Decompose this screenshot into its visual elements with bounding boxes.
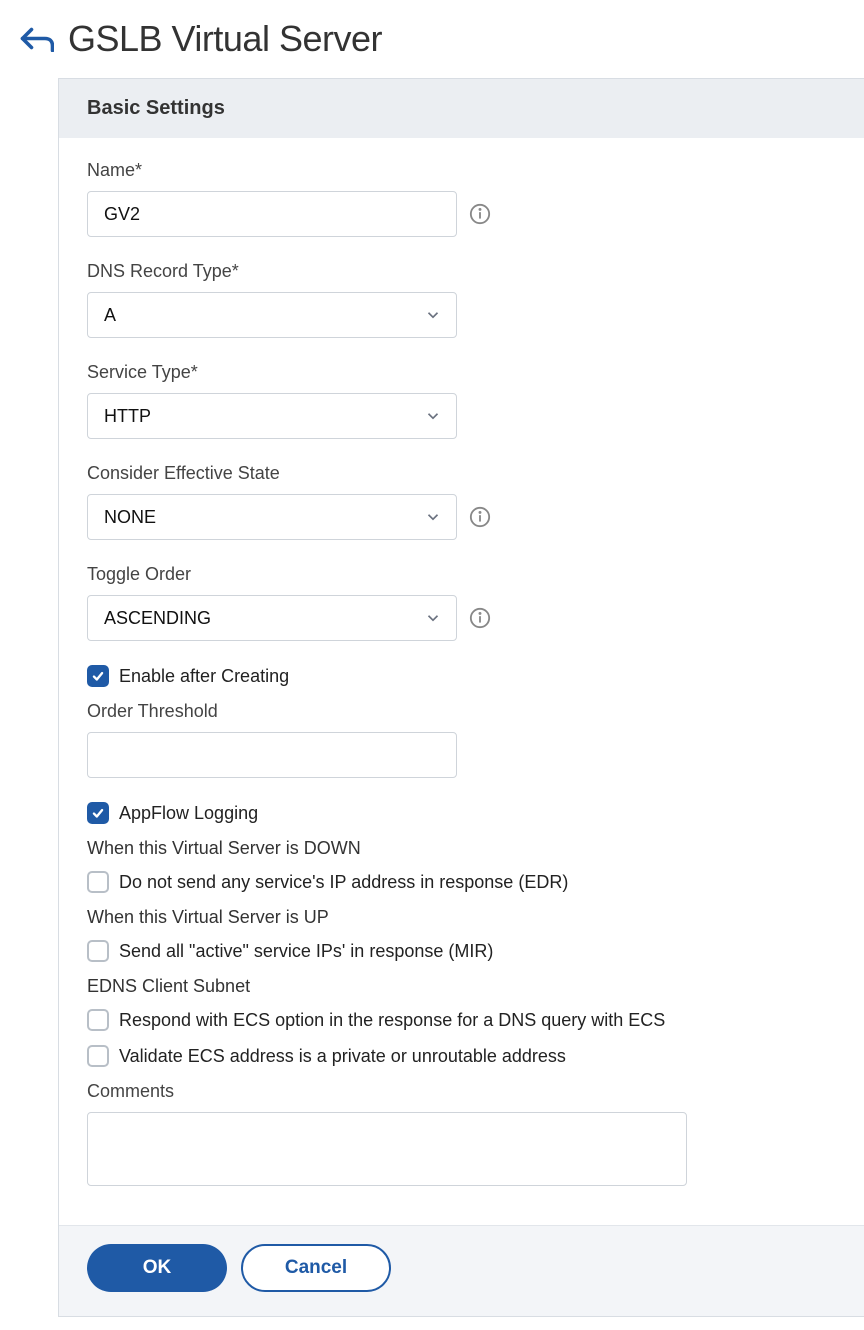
mir-label: Send all "active" service IPs' in respon… — [119, 941, 493, 962]
ecs-respond-row: Respond with ECS option in the response … — [87, 1009, 836, 1031]
comments-label: Comments — [87, 1081, 836, 1102]
panel-header: Basic Settings — [59, 79, 864, 138]
service-type-select[interactable]: HTTP — [87, 393, 457, 439]
down-section-label: When this Virtual Server is DOWN — [87, 838, 836, 859]
info-icon[interactable] — [469, 203, 491, 225]
basic-settings-panel: Basic Settings Name* DNS Record Type* A — [58, 78, 864, 1317]
field-name: Name* — [87, 160, 836, 237]
enable-after-creating-label: Enable after Creating — [119, 666, 289, 687]
name-label: Name* — [87, 160, 836, 181]
enable-after-creating-row: Enable after Creating — [87, 665, 836, 687]
info-icon[interactable] — [469, 506, 491, 528]
appflow-logging-row: AppFlow Logging — [87, 802, 836, 824]
edns-section-label: EDNS Client Subnet — [87, 976, 836, 997]
field-comments: Comments — [87, 1081, 836, 1191]
edr-label: Do not send any service's IP address in … — [119, 872, 568, 893]
field-dns-record-type: DNS Record Type* A — [87, 261, 836, 338]
edr-checkbox[interactable] — [87, 871, 109, 893]
field-order-threshold: Order Threshold — [87, 701, 836, 778]
edr-row: Do not send any service's IP address in … — [87, 871, 836, 893]
mir-checkbox[interactable] — [87, 940, 109, 962]
service-type-label: Service Type* — [87, 362, 836, 383]
page-title: GSLB Virtual Server — [68, 18, 382, 60]
appflow-logging-checkbox[interactable] — [87, 802, 109, 824]
dns-record-type-label: DNS Record Type* — [87, 261, 836, 282]
ecs-validate-checkbox[interactable] — [87, 1045, 109, 1067]
chevron-down-icon — [424, 407, 442, 425]
comments-input[interactable] — [87, 1112, 687, 1186]
appflow-logging-label: AppFlow Logging — [119, 803, 258, 824]
cancel-button[interactable]: Cancel — [241, 1244, 391, 1292]
field-toggle-order: Toggle Order ASCENDING — [87, 564, 836, 641]
back-icon[interactable] — [18, 25, 54, 53]
panel-body: Name* DNS Record Type* A — [59, 138, 864, 1225]
order-threshold-input[interactable] — [87, 732, 457, 778]
ok-button[interactable]: OK — [87, 1244, 227, 1292]
field-consider-effective-state: Consider Effective State NONE — [87, 463, 836, 540]
panel-footer: OK Cancel — [59, 1225, 864, 1316]
toggle-order-label: Toggle Order — [87, 564, 836, 585]
toggle-order-select[interactable]: ASCENDING — [87, 595, 457, 641]
info-icon[interactable] — [469, 607, 491, 629]
enable-after-creating-checkbox[interactable] — [87, 665, 109, 687]
toggle-order-value: ASCENDING — [104, 608, 211, 629]
dns-record-type-select[interactable]: A — [87, 292, 457, 338]
chevron-down-icon — [424, 508, 442, 526]
page-header: GSLB Virtual Server — [18, 18, 864, 60]
consider-effective-state-value: NONE — [104, 507, 156, 528]
ecs-respond-checkbox[interactable] — [87, 1009, 109, 1031]
ecs-validate-label: Validate ECS address is a private or unr… — [119, 1046, 566, 1067]
up-section-label: When this Virtual Server is UP — [87, 907, 836, 928]
consider-effective-state-select[interactable]: NONE — [87, 494, 457, 540]
ecs-validate-row: Validate ECS address is a private or unr… — [87, 1045, 836, 1067]
dns-record-type-value: A — [104, 305, 116, 326]
name-input[interactable] — [87, 191, 457, 237]
chevron-down-icon — [424, 306, 442, 324]
field-service-type: Service Type* HTTP — [87, 362, 836, 439]
mir-row: Send all "active" service IPs' in respon… — [87, 940, 836, 962]
ecs-respond-label: Respond with ECS option in the response … — [119, 1010, 665, 1031]
service-type-value: HTTP — [104, 406, 151, 427]
chevron-down-icon — [424, 609, 442, 627]
order-threshold-label: Order Threshold — [87, 701, 836, 722]
consider-effective-state-label: Consider Effective State — [87, 463, 836, 484]
